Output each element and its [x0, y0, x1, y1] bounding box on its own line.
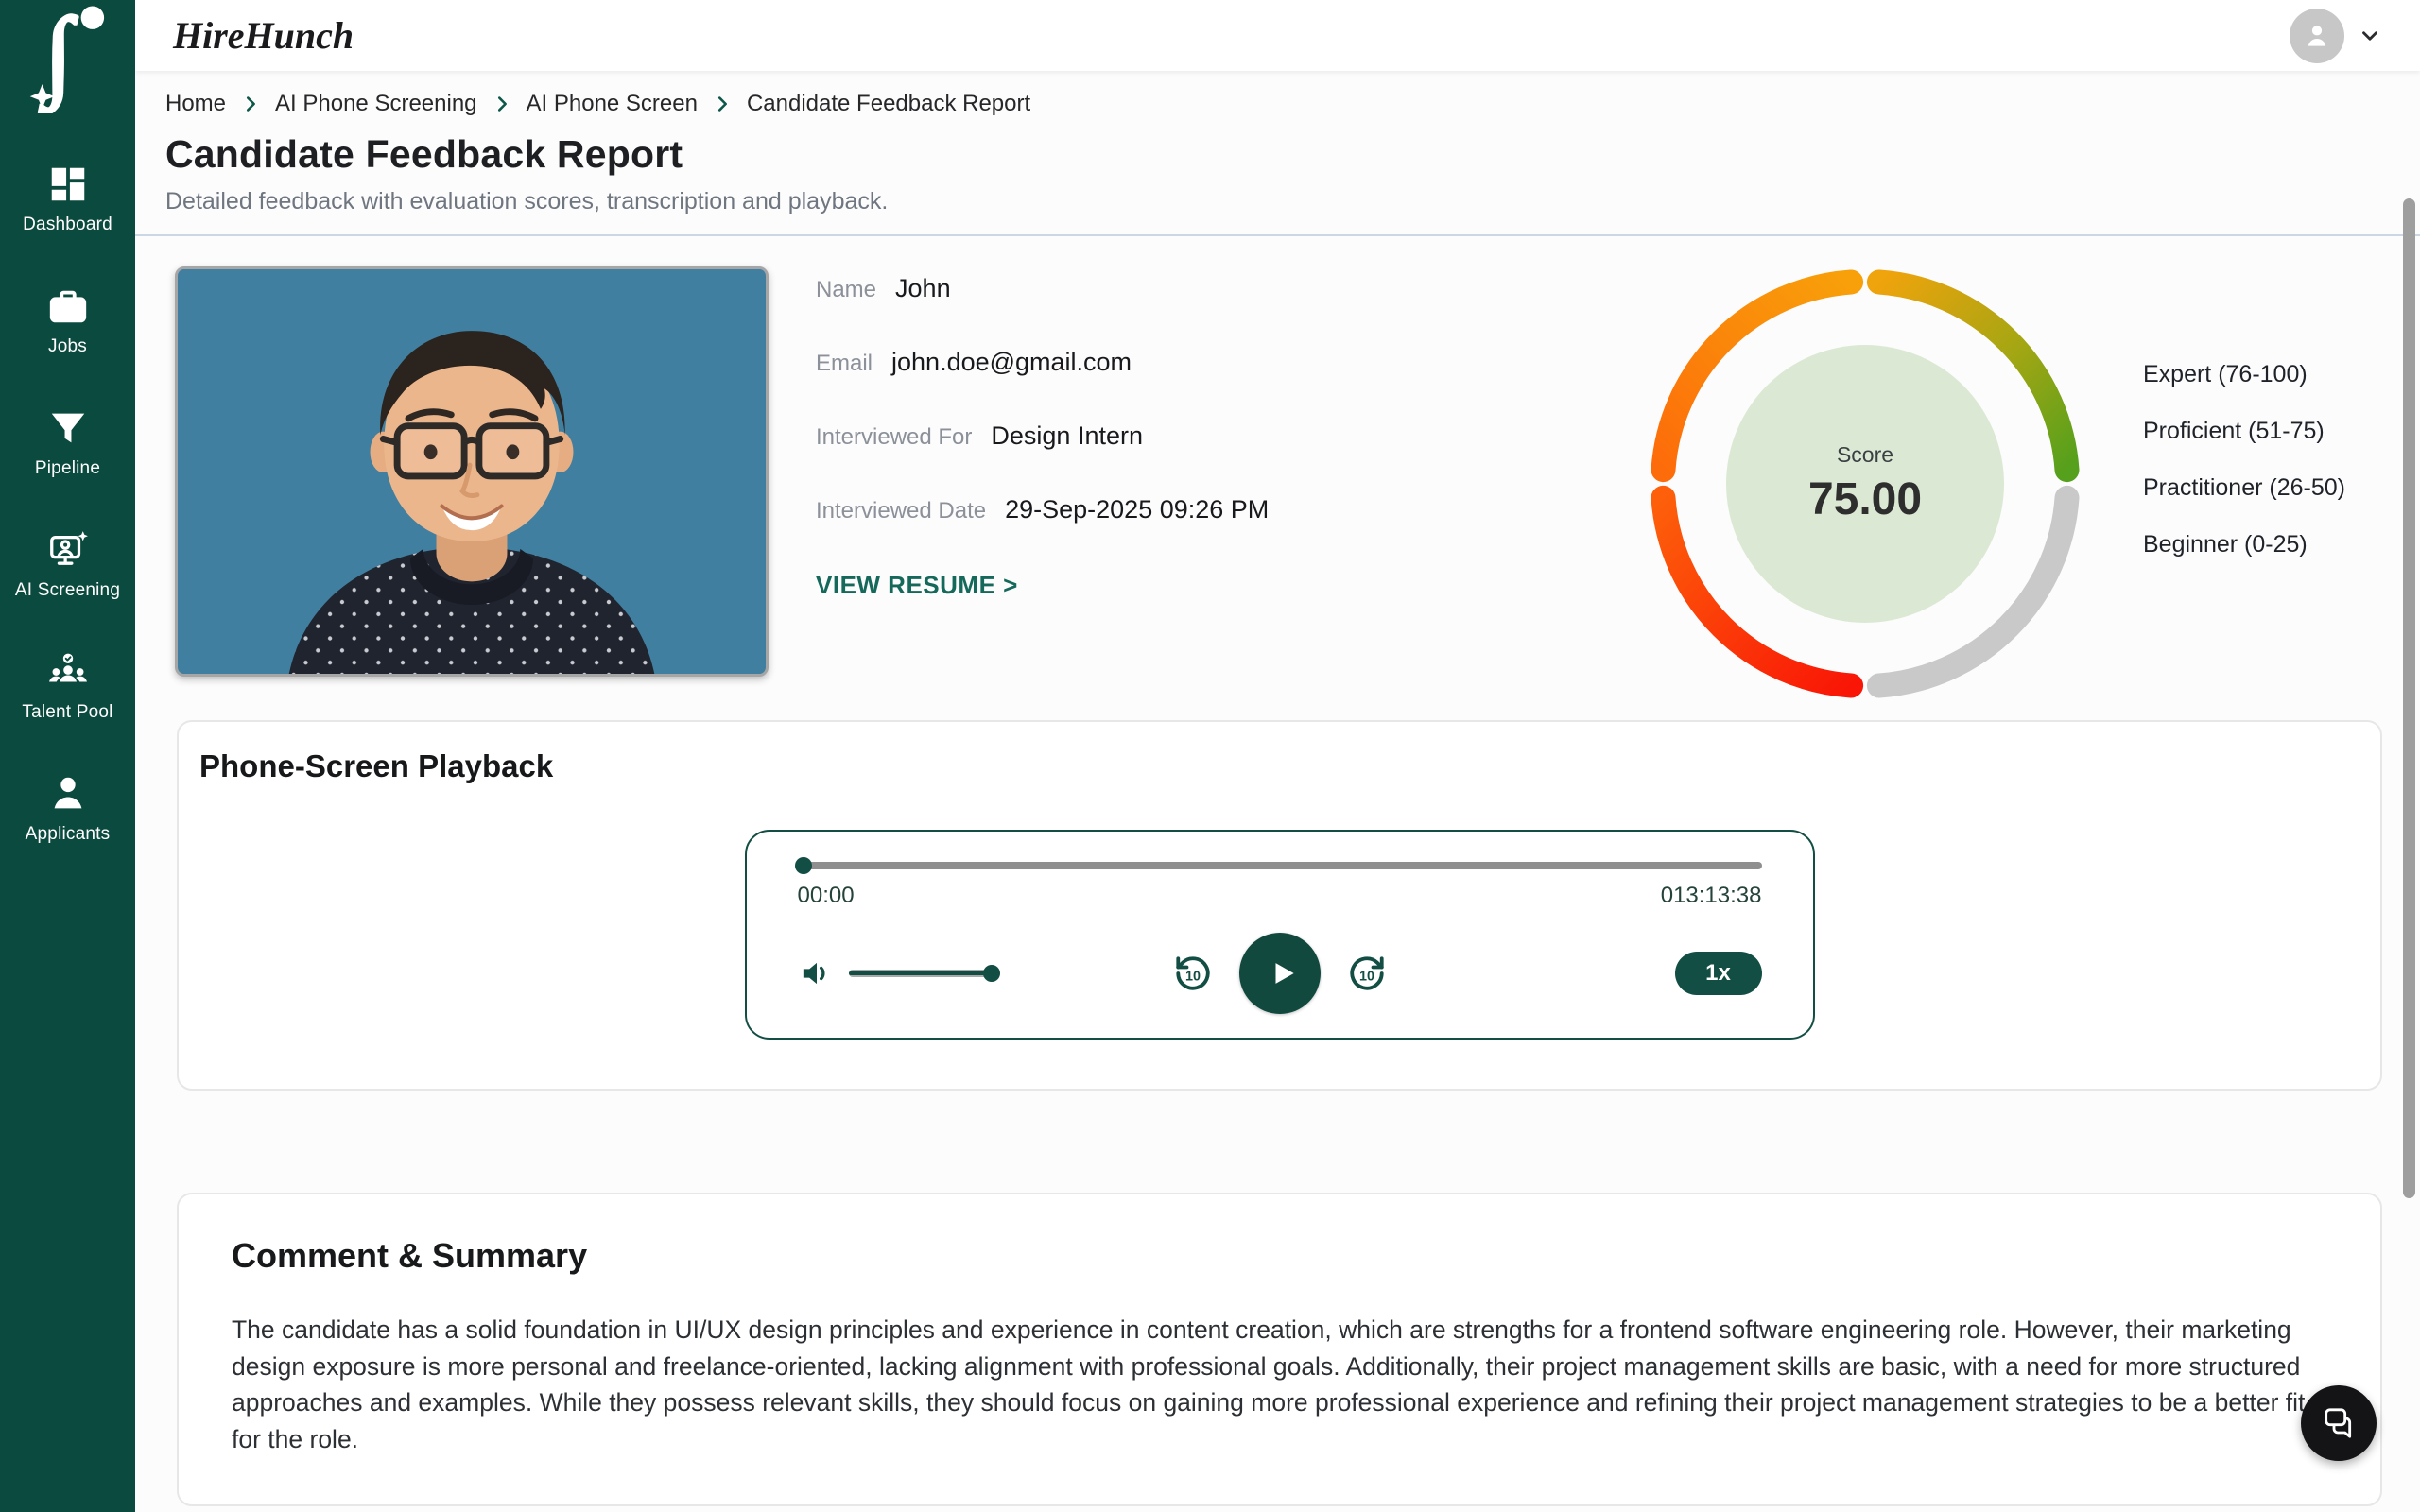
breadcrumb-current: Candidate Feedback Report — [747, 91, 1030, 117]
name-value: John — [895, 274, 951, 303]
score-legend: Expert (76-100) Proficient (51-75) Pract… — [2143, 361, 2365, 558]
sidebar-item-label: Pipeline — [35, 458, 100, 479]
ai-screening-icon — [46, 528, 90, 572]
candidate-section: Name John Email john.doe@gmail.com Inter… — [175, 266, 2382, 677]
time-row: 00:00 013:13:38 — [798, 883, 1762, 909]
rewind-10-icon[interactable]: 10 — [1171, 952, 1215, 995]
dashboard-icon — [46, 163, 90, 206]
sidebar-item-dashboard[interactable]: Dashboard — [15, 163, 120, 235]
user-menu[interactable] — [2290, 9, 2382, 63]
svg-text:10: 10 — [1359, 970, 1374, 985]
seek-handle[interactable] — [795, 857, 812, 874]
chat-widget-button[interactable] — [2301, 1385, 2377, 1461]
breadcrumb: Home AI Phone Screening AI Phone Screen … — [165, 91, 2382, 117]
candidate-info: Name John Email john.doe@gmail.com Inter… — [816, 274, 1269, 600]
summary-title: Comment & Summary — [232, 1236, 2327, 1276]
breadcrumb-chevron-icon — [712, 94, 733, 114]
interviewed-for-label: Interviewed For — [816, 424, 972, 451]
sidebar-nav: Dashboard Jobs Pipeline — [15, 163, 120, 845]
volume-fill — [849, 971, 991, 975]
playback-title: Phone-Screen Playback — [199, 748, 2380, 784]
interviewed-date-label: Interviewed Date — [816, 498, 986, 524]
briefcase-icon — [46, 284, 90, 328]
svg-text:10: 10 — [1185, 970, 1201, 985]
sidebar-item-label: Applicants — [26, 824, 111, 845]
candidate-photo — [175, 266, 769, 677]
volume-icon[interactable] — [798, 954, 836, 992]
email-label: Email — [816, 351, 873, 377]
score-gauge-block: Score 75.00 Expert (76-100) Proficient (… — [1619, 238, 2365, 730]
user-icon — [2301, 20, 2333, 52]
forward-10-icon[interactable]: 10 — [1345, 952, 1389, 995]
volume-knob[interactable] — [983, 965, 1000, 982]
page-title: Candidate Feedback Report — [165, 132, 2382, 177]
playback-section: Phone-Screen Playback 00:00 013:13:38 — [177, 720, 2382, 1091]
hirehunch-logo-icon[interactable]: ∫ — [25, 13, 112, 100]
avatar[interactable] — [2290, 9, 2344, 63]
elapsed-time: 00:00 — [798, 883, 855, 909]
applicants-icon — [46, 772, 90, 816]
volume-slider[interactable] — [849, 970, 1000, 977]
sidebar-item-label: Talent Pool — [22, 702, 112, 723]
gauge-arcs — [1619, 238, 2111, 730]
sidebar-item-ai-screening[interactable]: AI Screening — [15, 528, 120, 601]
view-resume-link[interactable]: VIEW RESUME > — [816, 571, 1269, 600]
sidebar-item-label: Jobs — [48, 336, 87, 357]
seek-bar[interactable] — [798, 862, 1762, 869]
playback-speed-button[interactable]: 1x — [1675, 952, 1762, 995]
sidebar-item-applicants[interactable]: Applicants — [15, 772, 120, 845]
player-controls: 10 10 1x — [798, 932, 1762, 1015]
breadcrumb-chevron-icon — [492, 94, 512, 114]
legend-practitioner: Practitioner (26-50) — [2143, 474, 2365, 502]
candidate-portrait-illustration — [178, 269, 766, 674]
breadcrumb-ai-phone-screen[interactable]: AI Phone Screen — [527, 91, 698, 117]
chevron-down-icon[interactable] — [2358, 24, 2382, 48]
legend-expert: Expert (76-100) — [2143, 361, 2365, 388]
volume-control — [798, 954, 1000, 992]
sidebar-item-label: Dashboard — [23, 215, 112, 235]
page-scrollbar[interactable] — [2403, 198, 2415, 1198]
sidebar-item-jobs[interactable]: Jobs — [15, 284, 120, 357]
transport-controls: 10 10 — [1171, 933, 1389, 1014]
play-icon — [1264, 954, 1302, 992]
candidate-email-row: Email john.doe@gmail.com — [816, 348, 1269, 377]
chat-icon — [2320, 1404, 2358, 1442]
breadcrumb-ai-phone-screening[interactable]: AI Phone Screening — [275, 91, 476, 117]
funnel-icon — [46, 406, 90, 450]
top-header: HireHunch — [135, 0, 2420, 71]
summary-section: Comment & Summary The candidate has a so… — [177, 1193, 2382, 1506]
play-button[interactable] — [1239, 933, 1321, 1014]
legend-proficient: Proficient (51-75) — [2143, 418, 2365, 445]
sidebar-item-label: AI Screening — [15, 580, 120, 601]
total-duration: 013:13:38 — [1661, 883, 1762, 909]
candidate-role-row: Interviewed For Design Intern — [816, 421, 1269, 451]
score-gauge: Score 75.00 — [1619, 238, 2111, 730]
brand-title: HireHunch — [173, 13, 354, 58]
section-divider — [135, 234, 2420, 236]
page-subtitle: Detailed feedback with evaluation scores… — [165, 188, 2382, 215]
interviewed-for-value: Design Intern — [991, 421, 1143, 451]
app-window: ∫ Dashboard Jobs P — [0, 0, 2420, 1512]
email-value: john.doe@gmail.com — [891, 348, 1132, 377]
breadcrumb-home[interactable]: Home — [165, 91, 226, 117]
candidate-name-row: Name John — [816, 274, 1269, 303]
summary-body: The candidate has a solid foundation in … — [232, 1312, 2325, 1457]
breadcrumb-chevron-icon — [240, 94, 261, 114]
interviewed-date-value: 29-Sep-2025 09:26 PM — [1005, 495, 1269, 524]
sidebar-item-pipeline[interactable]: Pipeline — [15, 406, 120, 479]
sidebar-item-talent-pool[interactable]: Talent Pool — [15, 650, 120, 723]
main-content: Home AI Phone Screening AI Phone Screen … — [135, 71, 2420, 1512]
legend-beginner: Beginner (0-25) — [2143, 531, 2365, 558]
name-label: Name — [816, 277, 876, 303]
candidate-date-row: Interviewed Date 29-Sep-2025 09:26 PM — [816, 495, 1269, 524]
sidebar: ∫ Dashboard Jobs P — [0, 0, 135, 1512]
audio-player: 00:00 013:13:38 — [745, 830, 1815, 1040]
talent-pool-icon — [46, 650, 90, 694]
hunch-logo-glyph: ∫ — [25, 0, 112, 113]
